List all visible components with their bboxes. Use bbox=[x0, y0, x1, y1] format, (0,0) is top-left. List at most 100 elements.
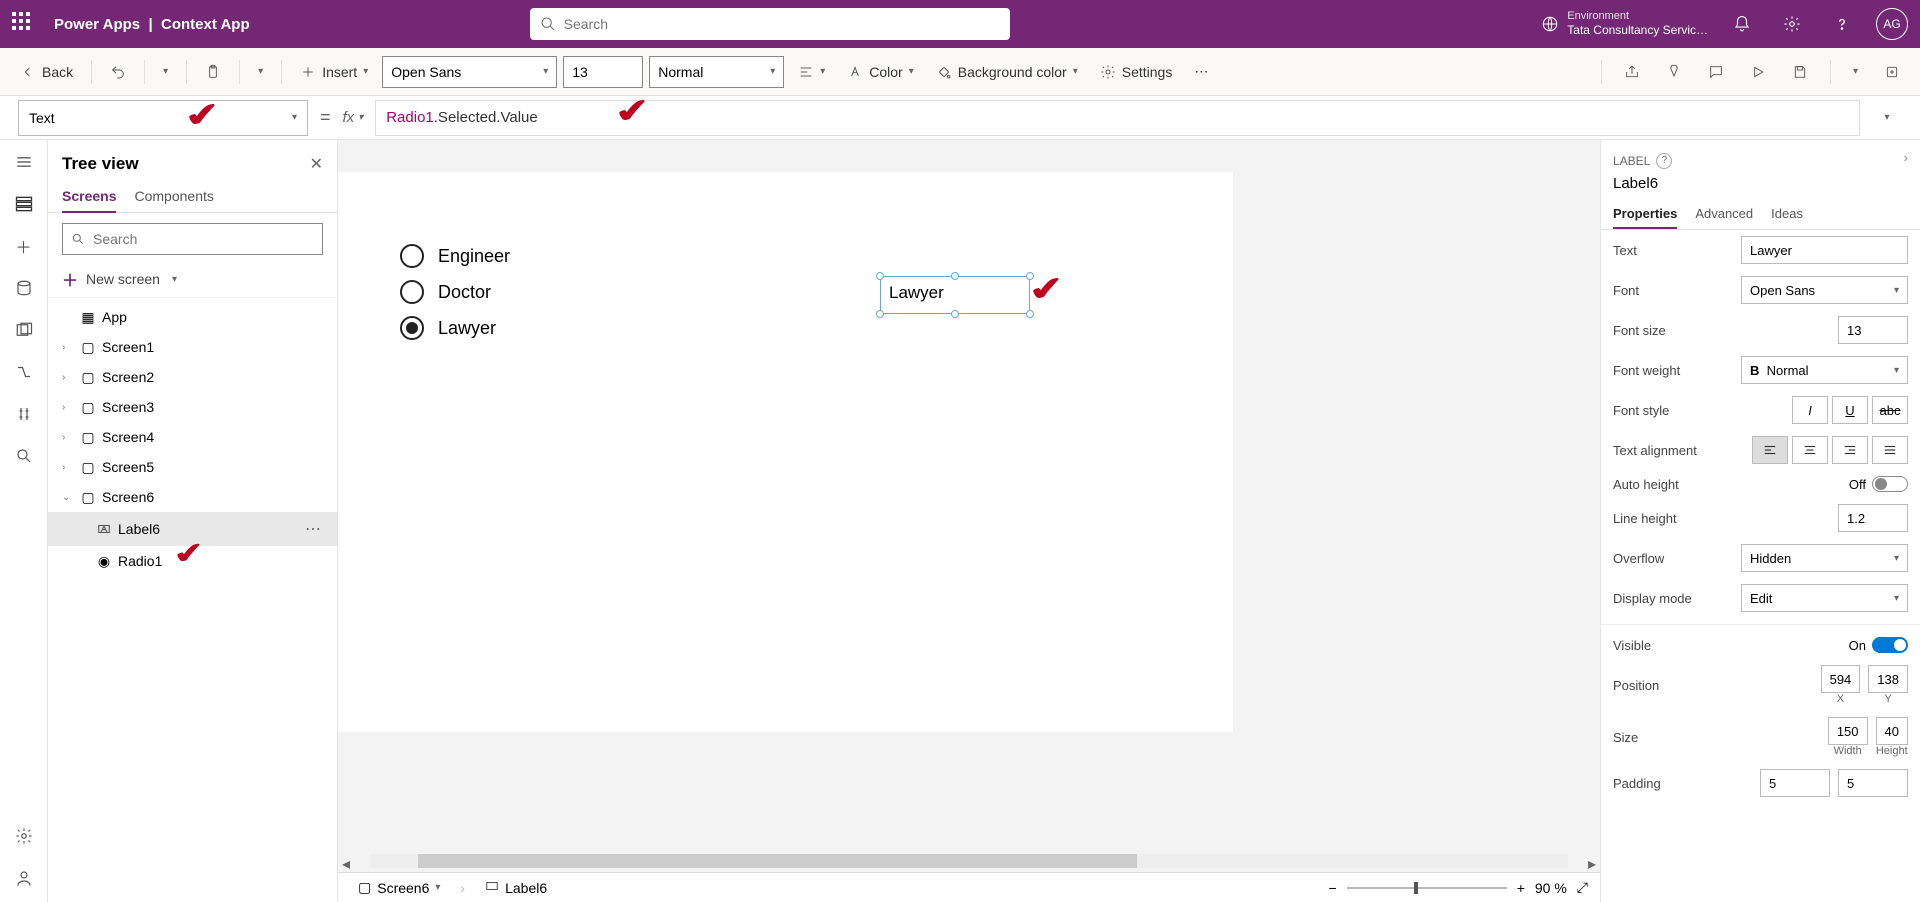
font-dropdown[interactable]: Open Sans▾ bbox=[1741, 276, 1908, 304]
padding-input-b[interactable]: 5 bbox=[1838, 769, 1908, 797]
virtual-agent-icon[interactable] bbox=[12, 866, 36, 890]
global-search[interactable] bbox=[530, 8, 1010, 40]
radio-control[interactable]: Engineer Doctor Lawyer bbox=[400, 244, 510, 352]
undo-button[interactable] bbox=[102, 60, 134, 84]
lineheight-input[interactable]: 1.2 bbox=[1838, 504, 1908, 532]
save-icon[interactable] bbox=[1784, 60, 1816, 84]
share-icon[interactable] bbox=[1616, 60, 1648, 84]
overflow-dropdown[interactable]: Hidden▾ bbox=[1741, 544, 1908, 572]
waffle-menu[interactable] bbox=[12, 12, 36, 36]
insert-button[interactable]: Insert▾ bbox=[292, 60, 376, 84]
paste-button[interactable] bbox=[197, 60, 229, 84]
width-input[interactable]: 150 bbox=[1828, 717, 1868, 745]
property-selector[interactable]: Text▾ bbox=[18, 100, 308, 136]
fontsize-input[interactable]: 13 bbox=[1838, 316, 1908, 344]
tree-node-screen[interactable]: ⌄▢Screen6 bbox=[48, 482, 337, 512]
tab-properties[interactable]: Properties bbox=[1613, 200, 1677, 229]
environment-picker[interactable]: Environment Tata Consultancy Servic… bbox=[1541, 10, 1708, 38]
bgcolor-button[interactable]: Background color▾ bbox=[928, 60, 1086, 84]
collapse-props-icon[interactable]: › bbox=[1892, 140, 1920, 175]
global-search-input[interactable] bbox=[564, 16, 1000, 32]
font-weight-dropdown[interactable]: Normal▾ bbox=[649, 56, 784, 88]
comments-icon[interactable] bbox=[1700, 60, 1732, 84]
help-icon[interactable] bbox=[1826, 8, 1858, 40]
tab-components[interactable]: Components bbox=[134, 182, 213, 212]
help-icon[interactable]: ? bbox=[1656, 153, 1672, 169]
align-button[interactable]: ▾ bbox=[790, 60, 833, 84]
settings-button[interactable]: Settings bbox=[1092, 60, 1181, 84]
new-screen-button[interactable]: ＋ New screen ▾ bbox=[48, 261, 337, 298]
color-button[interactable]: Color▾ bbox=[839, 60, 922, 84]
height-input[interactable]: 40 bbox=[1876, 717, 1908, 745]
settings-rail-icon[interactable] bbox=[12, 824, 36, 848]
underline-button[interactable]: U bbox=[1832, 396, 1868, 424]
insert-rail-icon[interactable]: ＋ bbox=[12, 234, 36, 258]
displaymode-dropdown[interactable]: Edit▾ bbox=[1741, 584, 1908, 612]
breadcrumb-screen[interactable]: ▢Screen6▾ bbox=[350, 877, 448, 898]
fx-icon[interactable]: fx▾ bbox=[343, 109, 364, 126]
play-icon[interactable] bbox=[1742, 60, 1774, 84]
text-input[interactable]: Lawyer bbox=[1741, 236, 1908, 264]
radio-option[interactable]: Engineer bbox=[400, 244, 510, 268]
notifications-icon[interactable] bbox=[1726, 8, 1758, 40]
tree-search[interactable] bbox=[62, 223, 323, 255]
settings-gear-icon[interactable] bbox=[1776, 8, 1808, 40]
tree-node-screen[interactable]: ›▢Screen1 bbox=[48, 332, 337, 362]
save-dropdown[interactable]: ▾ bbox=[1845, 62, 1866, 81]
user-avatar[interactable]: AG bbox=[1876, 8, 1908, 40]
zoom-out-icon[interactable]: − bbox=[1329, 880, 1337, 896]
align-right-button[interactable] bbox=[1832, 436, 1868, 464]
radio-option[interactable]: Doctor bbox=[400, 280, 510, 304]
back-button[interactable]: Back bbox=[12, 60, 81, 84]
close-tree-icon[interactable]: ✕ bbox=[310, 154, 323, 174]
search-rail-icon[interactable] bbox=[12, 444, 36, 468]
prop-label: Font weight bbox=[1613, 363, 1733, 378]
horizontal-scrollbar[interactable]: ◂ ▸ bbox=[338, 854, 1600, 872]
fit-icon[interactable]: ⤢ bbox=[1577, 879, 1588, 896]
paste-dropdown[interactable]: ▾ bbox=[250, 62, 271, 81]
node-more-icon[interactable]: ⋯ bbox=[305, 519, 323, 539]
tree-node-screen[interactable]: ›▢Screen4 bbox=[48, 422, 337, 452]
align-center-button[interactable] bbox=[1792, 436, 1828, 464]
formula-input[interactable]: Radio1.Selected.Value bbox=[375, 100, 1860, 136]
tab-screens[interactable]: Screens bbox=[62, 182, 116, 212]
tree-view-icon[interactable] bbox=[12, 192, 36, 216]
pos-x-input[interactable]: 594 bbox=[1821, 665, 1861, 693]
tab-advanced[interactable]: Advanced bbox=[1695, 200, 1753, 229]
undo-dropdown[interactable]: ▾ bbox=[155, 62, 176, 81]
flows-icon[interactable] bbox=[12, 360, 36, 384]
align-left-button[interactable] bbox=[1752, 436, 1788, 464]
tree-node-app[interactable]: ▦App bbox=[48, 302, 337, 332]
breadcrumb-control[interactable]: Label6 bbox=[477, 877, 555, 898]
zoom-in-icon[interactable]: + bbox=[1517, 880, 1525, 896]
italic-button[interactable]: I bbox=[1792, 396, 1828, 424]
expand-formula-icon[interactable]: ▾ bbox=[1872, 112, 1902, 123]
tree-node-screen[interactable]: ›▢Screen2 bbox=[48, 362, 337, 392]
padding-input-a[interactable]: 5 bbox=[1760, 769, 1830, 797]
zoom-slider[interactable] bbox=[1347, 887, 1507, 889]
checker-icon[interactable] bbox=[1658, 60, 1690, 84]
tab-ideas[interactable]: Ideas bbox=[1771, 200, 1803, 229]
media-icon[interactable] bbox=[12, 318, 36, 342]
publish-icon[interactable] bbox=[1876, 60, 1908, 84]
strike-button[interactable]: abc bbox=[1872, 396, 1908, 424]
autoheight-toggle[interactable] bbox=[1872, 476, 1908, 492]
pos-y-input[interactable]: 138 bbox=[1868, 665, 1908, 693]
tree-node-screen[interactable]: ›▢Screen3 bbox=[48, 392, 337, 422]
radio-option[interactable]: Lawyer bbox=[400, 316, 510, 340]
tree-node-screen[interactable]: ›▢Screen5 bbox=[48, 452, 337, 482]
selected-label-control[interactable]: Lawyer bbox=[880, 276, 1030, 314]
tree-node-radio[interactable]: ◉Radio1 ✔ bbox=[48, 546, 337, 576]
data-icon[interactable] bbox=[12, 276, 36, 300]
tree-node-label[interactable]: Label6⋯ bbox=[48, 512, 337, 546]
design-canvas[interactable]: Engineer Doctor Lawyer Lawyer ✔ bbox=[338, 172, 1233, 732]
fontweight-dropdown[interactable]: B Normal▾ bbox=[1741, 356, 1908, 384]
tools-icon[interactable] bbox=[12, 402, 36, 426]
font-family-dropdown[interactable]: Open Sans▾ bbox=[382, 56, 557, 88]
tree-search-input[interactable] bbox=[93, 231, 314, 247]
more-button[interactable]: ⋯ bbox=[1186, 59, 1216, 84]
align-justify-button[interactable] bbox=[1872, 436, 1908, 464]
hamburger-icon[interactable] bbox=[12, 150, 36, 174]
font-size-input[interactable]: 13 bbox=[563, 56, 643, 88]
visible-toggle[interactable] bbox=[1872, 637, 1908, 653]
